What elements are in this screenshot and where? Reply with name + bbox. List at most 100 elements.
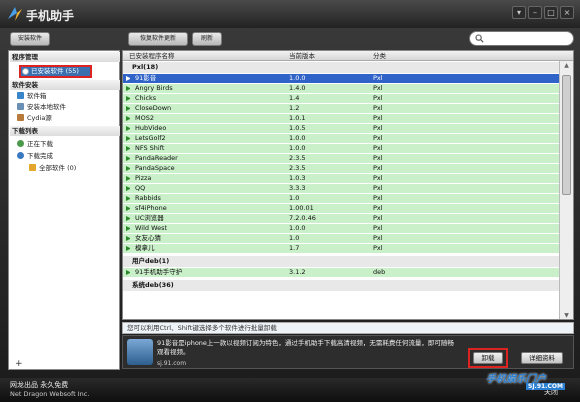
row-name: LetsGolf2 (135, 134, 166, 142)
row-version: 1.0.0 (289, 74, 306, 82)
table-row[interactable]: 女友心猜 1.0 Pxl (123, 234, 559, 243)
app-url[interactable]: sj.91.com (157, 360, 186, 367)
sidebar-item-local-install[interactable]: 安装本地软件 (17, 102, 66, 112)
sidebar-item-box[interactable]: 软件箱 (17, 91, 47, 101)
row-version: 2.3.5 (289, 164, 306, 172)
sidebar-item-downloading[interactable]: 正在下载 (17, 139, 53, 149)
row-category: Pxl (373, 104, 383, 112)
table-row[interactable]: Pizza 1.0.3 Pxl (123, 174, 559, 183)
table-group-header: 用户deb(1) (123, 256, 559, 267)
search-input[interactable] (486, 33, 570, 44)
table-row[interactable]: Angry Birds 1.4.0 Pxl (123, 84, 559, 93)
batch-hint: 您可以利用Ctrl、Shift键选择多个软件进行批量卸载 (122, 322, 574, 334)
table-group-header: Pxl(18) (123, 62, 559, 73)
close-icon[interactable]: × (560, 6, 574, 19)
maximize-icon[interactable]: □ (544, 6, 558, 19)
row-version: 1.0 (289, 234, 300, 242)
row-arrow-icon (126, 216, 131, 221)
row-category: Pxl (373, 124, 383, 132)
row-arrow-icon (126, 246, 131, 251)
sidebar-item-installed[interactable]: 已安装软件 (55) (19, 65, 92, 78)
row-category: Pxl (373, 194, 383, 202)
footer-slogan: 网龙出品 永久免费 (10, 381, 69, 389)
row-name: PandaReader (135, 154, 178, 162)
row-arrow-icon (126, 156, 131, 161)
table-row[interactable]: UC浏览器 7.2.0.46 Pxl (123, 214, 559, 223)
row-category: Pxl (373, 144, 383, 152)
row-name: UC浏览器 (135, 214, 164, 222)
table-row[interactable]: PandaSpace 2.3.5 Pxl (123, 164, 559, 173)
dropdown-icon[interactable]: ▾ (512, 6, 526, 19)
row-arrow-icon (126, 186, 131, 191)
row-name: 91影音 (135, 74, 157, 82)
table-row[interactable]: Chicks 1.4 Pxl (123, 94, 559, 103)
row-version: 1.0.0 (289, 134, 306, 142)
app-description: 91影音是iphone上一款以视频订阅为特色，通过手机助手下载高清视频，无需耗费… (157, 339, 454, 356)
install-software-button[interactable]: 安装软件 (10, 32, 50, 46)
column-version[interactable]: 当前版本 (289, 51, 315, 61)
table-row[interactable]: PandaReader 2.3.5 Pxl (123, 154, 559, 163)
sidebar-section-program: 程序管理 (10, 52, 120, 62)
table-row[interactable]: MOS2 1.0.1 Pxl (123, 114, 559, 123)
column-category[interactable]: 分类 (373, 51, 386, 61)
row-arrow-icon (126, 206, 131, 211)
table-row[interactable]: Wild West 1.0.0 Pxl (123, 224, 559, 233)
watermark-url: SJ.91.COM (526, 383, 565, 390)
row-arrow-icon (126, 136, 131, 141)
row-version: 1.2 (289, 104, 300, 112)
refresh-button[interactable]: 刷新 (192, 32, 222, 46)
table-row[interactable]: HubVideo 1.0.5 Pxl (123, 124, 559, 133)
table-row[interactable]: 91手机助手守护 3.1.2 deb (123, 268, 559, 277)
row-version: 1.0.3 (289, 174, 306, 182)
row-category: Pxl (373, 164, 383, 172)
row-name: sf4iPhone (135, 204, 167, 212)
sidebar-section-install: 软件安装 (10, 80, 120, 90)
table-row[interactable]: NFS Shift 1.0.0 Pxl (123, 144, 559, 153)
table-row[interactable]: LetsGolf2 1.0.0 Pxl (123, 134, 559, 143)
row-name: MOS2 (135, 114, 154, 122)
scroll-up-icon[interactable]: ▲ (562, 62, 571, 70)
row-arrow-icon (126, 176, 131, 181)
row-category: Pxl (373, 184, 383, 192)
table-row[interactable]: sf4iPhone 1.00.01 Pxl (123, 204, 559, 213)
row-version: 3.1.2 (289, 268, 306, 276)
scroll-down-icon[interactable]: ▼ (562, 312, 571, 319)
detail-panel: 91影音是iphone上一款以视频订阅为特色，通过手机助手下载高清视频，无需耗费… (122, 335, 574, 369)
sidebar-item-label: 正在下载 (27, 140, 53, 148)
row-name: HubVideo (135, 124, 167, 132)
scroll-thumb[interactable] (562, 75, 571, 195)
search-box[interactable] (469, 31, 574, 46)
table-row[interactable]: 模拿儿 1.7 Pxl (123, 244, 559, 253)
row-arrow-icon (126, 236, 131, 241)
row-name: 女友心猜 (135, 234, 161, 242)
minimize-icon[interactable]: – (528, 6, 542, 19)
row-category: Pxl (373, 84, 383, 92)
search-icon (475, 34, 484, 43)
table-row[interactable]: 91影音 1.0.0 Pxl (123, 74, 559, 83)
sidebar-item-all-software[interactable]: 全部软件 (0) (29, 163, 76, 173)
add-button[interactable]: + (15, 359, 23, 369)
row-category: Pxl (373, 244, 383, 252)
sidebar: 程序管理 已安装软件 (55) 软件安装 软件箱 安装本地软件 Cydia源 下… (8, 50, 120, 370)
row-name: QQ (135, 184, 146, 192)
sidebar-item-cydia[interactable]: Cydia源 (17, 113, 52, 123)
details-button[interactable]: 详细资料 (521, 352, 563, 364)
restore-update-button[interactable]: 恢复软件更新 (128, 32, 188, 46)
app-logo-icon (8, 7, 22, 21)
sidebar-item-downloaded[interactable]: 下载完成 (17, 151, 53, 161)
vertical-scrollbar[interactable]: ▲ ▼ (559, 61, 573, 319)
row-version: 1.0.0 (289, 144, 306, 152)
row-name: PandaSpace (135, 164, 175, 172)
row-arrow-icon (126, 166, 131, 171)
row-category: Pxl (373, 94, 383, 102)
row-category: Pxl (373, 174, 383, 182)
row-arrow-icon (126, 106, 131, 111)
row-version: 2.3.5 (289, 154, 306, 162)
row-category: Pxl (373, 214, 383, 222)
app-thumbnail (127, 339, 153, 365)
row-version: 7.2.0.46 (289, 214, 316, 222)
table-row[interactable]: Rabbids 1.0 Pxl (123, 194, 559, 203)
table-row[interactable]: QQ 3.3.3 Pxl (123, 184, 559, 193)
table-row[interactable]: CloseDown 1.2 Pxl (123, 104, 559, 113)
column-name[interactable]: 已安装程序名称 (129, 51, 175, 61)
